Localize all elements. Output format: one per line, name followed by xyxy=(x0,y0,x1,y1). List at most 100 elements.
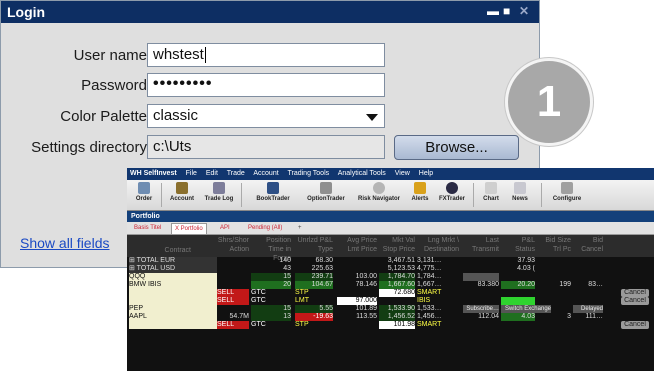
table-row[interactable]: ⊞ TOTAL USD 43 225.63 5,123.53 4,775… 4.… xyxy=(127,265,654,273)
chart-button[interactable]: Chart xyxy=(479,182,503,202)
tws-toolbar: Order Account Trade Log BookTrader Optio… xyxy=(127,180,654,211)
portfolio-tabs: Basis Titel X Portfolio API Pending (All… xyxy=(127,222,654,235)
close-icon[interactable]: ✕ xyxy=(519,4,529,18)
cancel-order-button[interactable]: Cancel xyxy=(621,289,649,297)
menu-analytical-tools[interactable]: Analytical Tools xyxy=(338,170,386,177)
username-field[interactable]: whstest xyxy=(147,43,385,67)
header-bid-size[interactable]: Bid Size Trl Pc xyxy=(537,236,571,254)
row-symbol: PEP xyxy=(129,305,217,313)
configure-button[interactable]: Configure xyxy=(547,182,587,202)
menu-trade[interactable]: Trade xyxy=(227,170,245,177)
table-row[interactable]: QQQ 15 239.71 103.00 1,784.70 1,784… xyxy=(127,273,654,281)
header-unrlzd-pnl[interactable]: Unrlzd P&L Type xyxy=(295,236,333,254)
order-tif[interactable]: GTC xyxy=(251,297,291,305)
order-destination[interactable]: SMART xyxy=(417,321,451,329)
menu-edit[interactable]: Edit xyxy=(206,170,218,177)
row-long-market: 3,131… xyxy=(417,257,442,264)
row-unrealized-pnl: 225.63 xyxy=(311,265,333,272)
news-icon xyxy=(514,182,526,194)
header-lng-mrkt[interactable]: Lng Mrkt \ Destination xyxy=(417,236,459,254)
row-avg-price: 113.55 xyxy=(356,313,377,320)
row-unrealized-pnl: -19.63 xyxy=(295,313,333,321)
palette-select[interactable]: classic xyxy=(147,104,385,128)
palette-label: Color Palette xyxy=(60,108,147,125)
password-field[interactable]: ••••••••• xyxy=(147,73,385,97)
order-destination[interactable]: IBIS xyxy=(417,297,451,305)
cancel-order-button[interactable]: Cancel xyxy=(621,297,649,305)
tab-pending-all[interactable]: Pending (All) xyxy=(245,223,285,233)
trade-log-icon xyxy=(213,182,225,194)
table-row[interactable]: BMW IBIS 20 104.67 78.146 1,667.60 1,667… xyxy=(127,281,654,289)
subscribe-button[interactable]: Subscribe… xyxy=(463,305,499,313)
cancel-order-button[interactable]: Cancel xyxy=(621,321,649,329)
alerts-button[interactable]: Alerts xyxy=(409,182,431,202)
table-row[interactable]: ⊞ TOTAL EUR 140 68.30 3,467.51 3,131… 37… xyxy=(127,257,654,265)
order-row[interactable]: SELL GTC STP 101.98 SMART Cancel xyxy=(127,321,654,329)
show-all-fields-link[interactable]: Show all fields xyxy=(20,235,110,251)
order-limit-price[interactable]: 97.000 xyxy=(337,297,377,305)
row-long-market: 1,456… xyxy=(417,313,442,320)
dropdown-arrow-icon[interactable] xyxy=(366,114,378,121)
row-avg-price: 101.89 xyxy=(355,305,377,312)
tab-add[interactable]: + xyxy=(295,223,305,233)
username-value: whstest xyxy=(153,46,204,63)
order-action[interactable]: SELL xyxy=(217,297,249,305)
menu-account[interactable]: Account xyxy=(253,170,278,177)
order-row[interactable]: SELL GTC STP 72.680 SMART Cancel xyxy=(127,289,654,297)
order-row[interactable]: SELL GTC LMT 97.000 IBIS Cancel xyxy=(127,297,654,305)
menu-file[interactable]: File xyxy=(186,170,197,177)
delayed-data-button[interactable]: Delayed xyxy=(573,305,603,313)
tab-api[interactable]: API xyxy=(217,223,233,233)
settings-label: Settings directory xyxy=(31,139,147,156)
risk-navigator-button[interactable]: Risk Navigator xyxy=(353,182,405,202)
username-row: User name xyxy=(1,43,147,69)
risk-navigator-icon xyxy=(373,182,385,194)
header-mkt-val[interactable]: Mkt Val Stop Price xyxy=(379,236,415,254)
header-shrs-action[interactable]: Shrs/Shor Action xyxy=(217,236,249,254)
optiontrader-button[interactable]: OptionTrader xyxy=(303,182,349,202)
browse-button[interactable]: Browse... xyxy=(394,135,519,160)
row-unrealized-pnl: 239.71 xyxy=(295,273,333,281)
tab-portfolio[interactable]: X Portfolio xyxy=(171,223,207,234)
tab-basis-titel[interactable]: Basis Titel xyxy=(131,223,164,233)
order-tif[interactable]: GTC xyxy=(251,321,291,329)
maximize-icon[interactable]: ■ xyxy=(503,4,510,18)
menu-view[interactable]: View xyxy=(395,170,410,177)
order-type[interactable]: STP xyxy=(295,289,333,297)
row-avg-price: 78.146 xyxy=(355,281,377,288)
booktrader-button[interactable]: BookTrader xyxy=(251,182,295,202)
account-button[interactable]: Account xyxy=(165,182,199,202)
header-bid[interactable]: Bid Cancel xyxy=(573,236,603,254)
trade-log-button[interactable]: Trade Log xyxy=(201,182,237,202)
minimize-icon[interactable]: ▬ xyxy=(487,4,499,18)
news-button[interactable]: News xyxy=(507,182,533,202)
header-last[interactable]: Last Transmit xyxy=(463,236,499,254)
row-pnl: 4.03 xyxy=(501,313,535,321)
header-contract[interactable]: Contract xyxy=(129,246,191,255)
settings-directory-field[interactable]: c:\Uts xyxy=(147,135,385,159)
row-bid-size: 199 xyxy=(559,281,571,288)
menu-trading-tools[interactable]: Trading Tools xyxy=(287,170,329,177)
header-pnl[interactable]: P&L Status xyxy=(501,236,535,254)
row-stepper[interactable] xyxy=(463,273,499,281)
switch-exchange-button[interactable]: Switch Exchange xyxy=(501,305,551,313)
login-title: Login xyxy=(7,4,46,20)
order-action[interactable]: SELL xyxy=(217,321,249,329)
row-unrealized-pnl: 68.30 xyxy=(315,257,333,264)
order-status-indicator xyxy=(501,297,535,305)
table-row[interactable]: AAPL 54.7M 13 -19.63 113.55 1,456.52 1,4… xyxy=(127,313,654,321)
row-symbol: ⊞ TOTAL EUR xyxy=(129,257,217,265)
order-button[interactable]: Order xyxy=(131,182,157,202)
order-type[interactable]: STP xyxy=(295,321,333,329)
order-stop-price[interactable]: 72.680 xyxy=(379,289,415,297)
fxtrader-button[interactable]: FXTrader xyxy=(435,182,469,202)
order-action[interactable]: SELL xyxy=(217,289,249,297)
order-stop-price[interactable]: 101.98 xyxy=(379,321,415,329)
header-avg-price[interactable]: Avg Price Lmt Price xyxy=(337,236,377,254)
order-type[interactable]: LMT xyxy=(295,297,333,305)
order-tif[interactable]: GTC xyxy=(251,289,291,297)
order-destination[interactable]: SMART xyxy=(417,289,451,297)
login-titlebar: Login ▬ ■ ✕ xyxy=(1,1,539,23)
menu-help[interactable]: Help xyxy=(419,170,433,177)
table-row[interactable]: PEP 15 5.55 101.89 1,533.90 1,533… Subsc… xyxy=(127,305,654,313)
